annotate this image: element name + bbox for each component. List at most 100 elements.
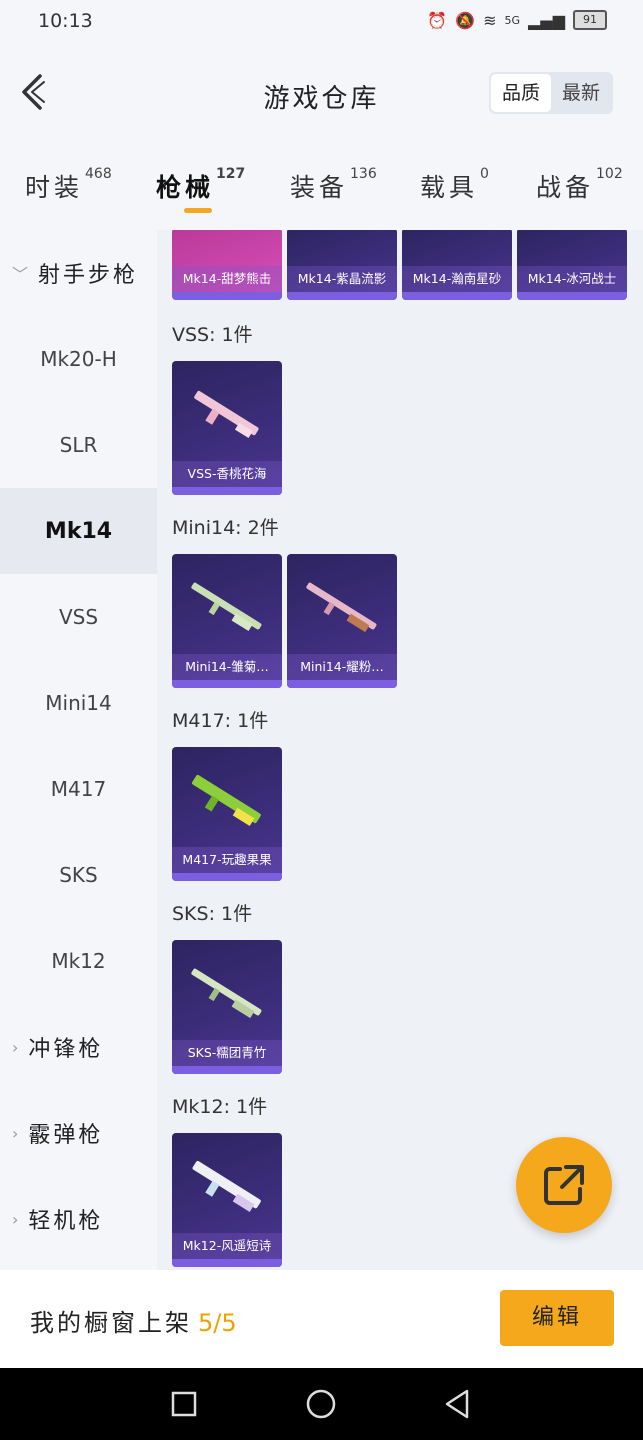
status-time: 10:13 [38,10,93,32]
battery-level: 91 [583,13,597,26]
sidebar-item-label: Mk12 [51,949,106,973]
sidebar-item-vss[interactable]: VSS [0,574,157,660]
share-fab-button[interactable] [516,1137,612,1233]
edit-button[interactable]: 编辑 [500,1290,614,1346]
sidebar-item-mk14[interactable]: Mk14 [0,488,157,574]
tab-supplies[interactable]: 战备 102 [536,166,623,204]
skin-name: Mini14-耀粉… [287,654,397,680]
tab-label: 时装 [25,173,84,202]
showcase-text: 我的橱窗上架 [30,1309,192,1337]
signal-label: 5G [504,13,521,27]
skin-card[interactable]: SKS-糯团青竹 [172,940,282,1074]
skin-list: Mk14-甜梦熊击 Mk14-紫晶流影 Mk14-瀚南星砂 Mk14-冰河战士 … [157,230,643,1270]
tab-count: 136 [350,166,377,182]
recents-icon[interactable] [170,1390,198,1418]
skin-card[interactable]: Mk12-风遥短诗 [172,1133,282,1267]
chevron-left-icon [22,74,45,110]
sidebar-item-label: Mk14 [44,518,113,544]
skin-card[interactable]: Mk14-瀚南星砂 [402,230,512,300]
tab-count: 127 [216,166,246,182]
skin-name: Mk14-瀚南星砂 [402,266,512,292]
skin-name: Mk14-紫晶流影 [287,266,397,292]
back-button[interactable] [18,72,58,116]
tab-label: 装备 [290,173,349,202]
sidebar-category-marksman[interactable]: ﹀ 射手步枪 [0,230,157,316]
chevron-down-icon: ﹀ [12,265,29,284]
tab-label: 战备 [536,173,595,202]
skin-card[interactable]: M417-玩趣果果 [172,747,282,881]
group-label: Mk12: 1件 [172,1096,268,1118]
sidebar-item-label: VSS [58,605,99,629]
wifi-icon: ≋ [483,10,497,30]
tab-label: 枪械 [156,173,215,202]
sidebar-item-mk12[interactable]: Mk12 [0,918,157,1004]
skin-name: Mk14-冰河战士 [517,266,627,292]
skin-card[interactable]: Mk14-冰河战士 [517,230,627,300]
sidebar-item-label: SKS [59,863,98,887]
sort-toggle: 品质 最新 [489,72,613,114]
alarm-icon: ⏰ [427,10,448,30]
skin-card[interactable]: Mini14-耀粉… [287,554,397,688]
rifle-icon [191,968,262,1019]
sidebar-item-label: SLR [59,433,98,457]
skin-name: Mk12-风遥短诗 [172,1233,282,1259]
external-link-icon [544,1165,584,1205]
chevron-right-icon: › [12,1037,19,1057]
sidebar-item-label: M417 [50,777,107,801]
skin-card[interactable]: Mini14-雏菊… [172,554,282,688]
tab-equipment[interactable]: 装备 136 [290,166,377,204]
rifle-icon [192,1161,261,1212]
chevron-right-icon: › [12,1123,19,1143]
skin-card[interactable]: Mk14-紫晶流影 [287,230,397,300]
sidebar-item-mini14[interactable]: Mini14 [0,660,157,746]
skin-card[interactable]: Mk14-甜梦熊击 [172,230,282,300]
back-nav-icon[interactable] [443,1388,473,1420]
sidebar-item-sks[interactable]: SKS [0,832,157,918]
category-tabs: 时装 468 枪械 127 装备 136 载具 0 战备 102 [0,144,643,230]
tab-weapons[interactable]: 枪械 127 [156,166,246,204]
rifle-icon [191,582,262,632]
mute-icon: 🔕 [455,10,476,30]
tab-count: 102 [596,166,623,182]
sidebar-item-label: 轻机枪 [28,1209,104,1234]
status-bar: 10:13 ⏰ 🔕 ≋ 5G ▂▄▆ 91 [0,0,643,44]
showcase-label: 我的橱窗上架 5/5 [30,1303,237,1338]
tab-count: 468 [85,166,112,182]
skin-name: Mk14-甜梦熊击 [172,266,282,292]
sidebar-item-label: Mini14 [45,691,112,715]
skin-name: Mini14-雏菊… [172,654,282,680]
sidebar: ﹀ 射手步枪 Mk20-H SLR Mk14 VSS Mini14 M417 SK… [0,230,157,1270]
tab-outfits[interactable]: 时装 468 [25,166,112,204]
skin-name: M417-玩趣果果 [172,847,282,873]
battery-icon: 91 [573,10,607,30]
tab-count: 0 [480,166,489,182]
home-icon[interactable] [305,1388,337,1420]
skin-card[interactable]: VSS-香桃花海 [172,361,282,495]
sidebar-item-mk20h[interactable]: Mk20-H [0,316,157,402]
skin-name: VSS-香桃花海 [172,461,282,487]
rifle-icon [306,582,377,633]
status-icons: ⏰ 🔕 ≋ 5G ▂▄▆ 91 [427,10,607,30]
rifle-icon [194,390,259,439]
sidebar-category-smg[interactable]: › 冲锋枪 [0,1004,157,1090]
tab-label: 载具 [420,173,479,202]
rifle-icon [192,775,261,826]
sidebar-category-shotgun[interactable]: › 霰弹枪 [0,1090,157,1176]
system-nav-bar [0,1368,643,1440]
showcase-count: 5/5 [198,1309,237,1337]
sidebar-item-label: 射手步枪 [38,263,139,288]
skin-name: SKS-糯团青竹 [172,1040,282,1066]
showcase-bar: 我的橱窗上架 5/5 编辑 [0,1270,643,1368]
sidebar-item-m417[interactable]: M417 [0,746,157,832]
sort-quality-button[interactable]: 品质 [491,74,551,112]
sidebar-item-label: 冲锋枪 [28,1037,104,1062]
group-label: VSS: 1件 [172,324,253,346]
group-label: SKS: 1件 [172,903,253,925]
sidebar-item-slr[interactable]: SLR [0,402,157,488]
header: 游戏仓库 品质 最新 [0,44,643,144]
sidebar-category-lmg[interactable]: › 轻机枪 [0,1176,157,1262]
sidebar-item-label: 霰弹枪 [28,1123,104,1148]
sidebar-item-label: Mk20-H [40,347,117,371]
sort-newest-button[interactable]: 最新 [551,74,611,112]
tab-vehicles[interactable]: 载具 0 [420,166,489,204]
